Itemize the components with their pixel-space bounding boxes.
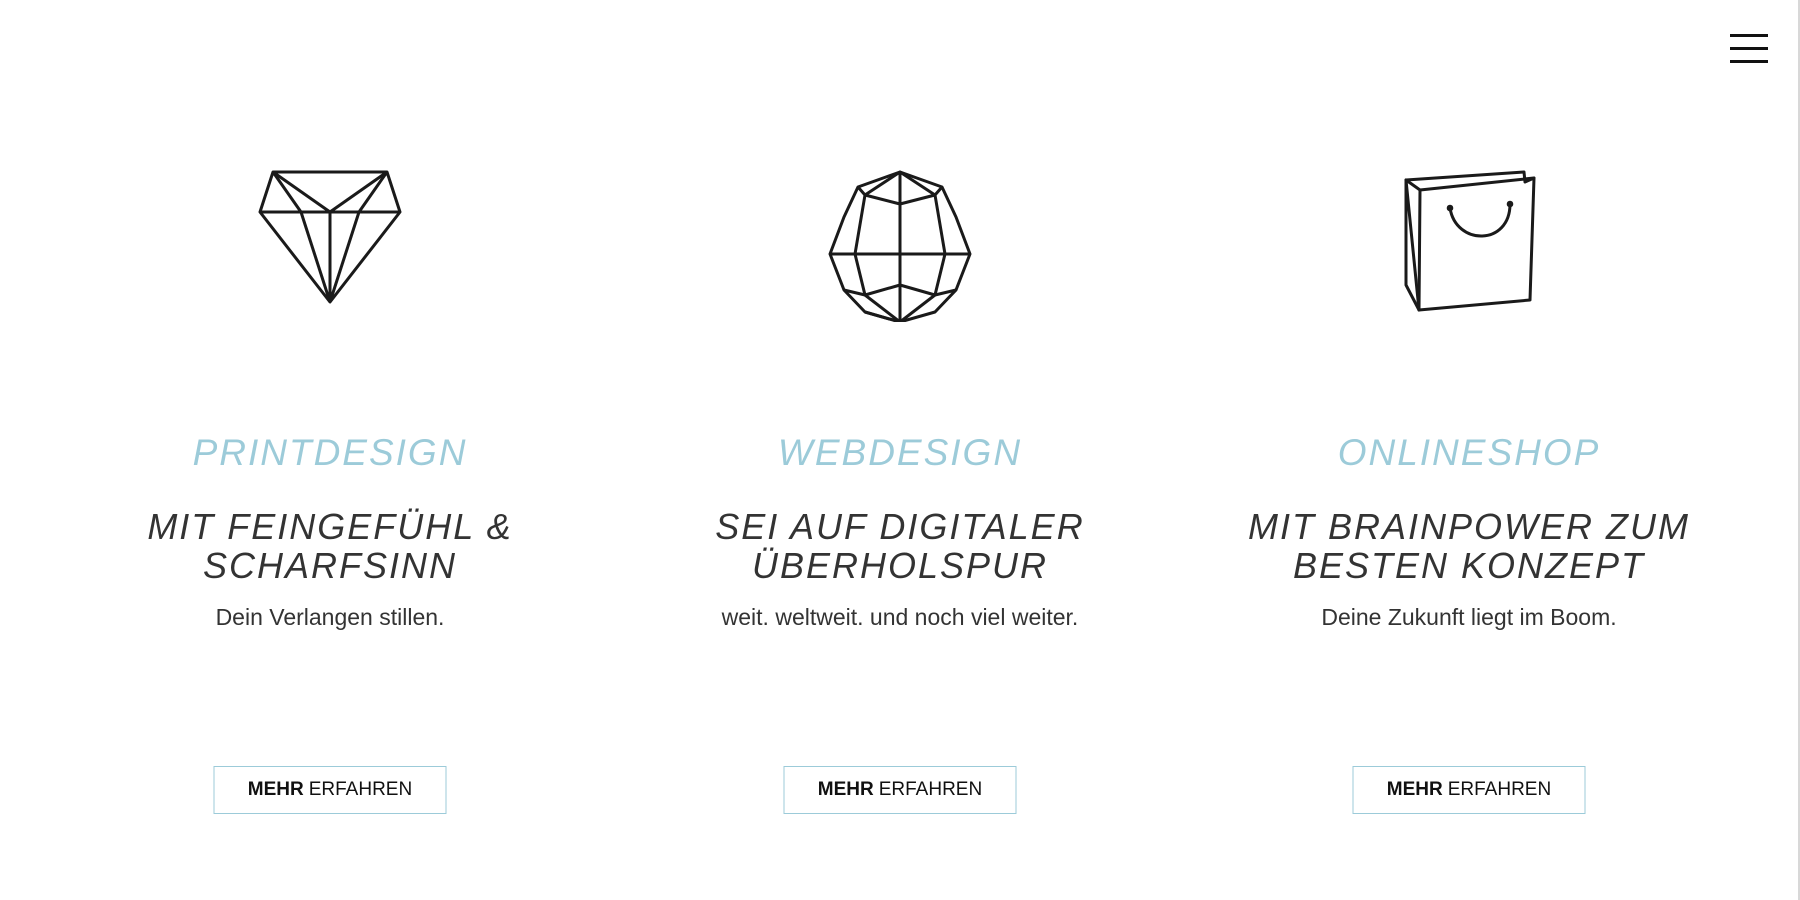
service-tagline: weit. weltweit. und noch viel weiter. — [721, 604, 1079, 630]
headline-line: MIT BRAINPOWER ZUM — [1248, 506, 1690, 547]
headline-line: ÜBERHOLSPUR — [751, 545, 1049, 586]
cta-strong-label: MEHR — [817, 779, 874, 800]
service-headline: SEI AUF DIGITALER ÜBERHOLSPUR — [640, 507, 1160, 585]
headline-line: BESTEN KONZEPT — [1292, 545, 1646, 586]
service-category: ONLINESHOP — [1337, 432, 1601, 473]
service-onlineshop: ONLINESHOP MIT BRAINPOWER ZUM BESTEN KON… — [1209, 0, 1729, 900]
service-headline: MIT FEINGEFÜHL & SCHARFSINN — [70, 507, 590, 585]
mehr-erfahren-button[interactable]: MEHR ERFAHREN — [213, 766, 447, 814]
cta-label: ERFAHREN — [1447, 779, 1552, 800]
cta-label: ERFAHREN — [308, 779, 413, 800]
headline-line: SCHARFSINN — [202, 545, 458, 586]
service-printdesign: PRINTDESIGN MIT FEINGEFÜHL & SCHARFSINN … — [70, 0, 590, 900]
cta-strong-label: MEHR — [247, 779, 304, 800]
page: PRINTDESIGN MIT FEINGEFÜHL & SCHARFSINN … — [0, 0, 1800, 900]
diamond-icon — [245, 162, 415, 322]
menu-bar — [1730, 47, 1768, 50]
mehr-erfahren-button[interactable]: MEHR ERFAHREN — [783, 766, 1017, 814]
service-webdesign: WEBDESIGN SEI AUF DIGITALER ÜBERHOLSPUR … — [640, 0, 1160, 900]
mehr-erfahren-button[interactable]: MEHR ERFAHREN — [1352, 766, 1586, 814]
menu-bar — [1730, 34, 1768, 37]
service-headline: MIT BRAINPOWER ZUM BESTEN KONZEPT — [1209, 507, 1729, 585]
service-tagline: Dein Verlangen stillen. — [215, 604, 445, 630]
hamburger-menu-icon[interactable] — [1730, 34, 1770, 64]
cta-strong-label: MEHR — [1386, 779, 1443, 800]
headline-line: SEI AUF DIGITALER — [715, 506, 1085, 547]
globe-icon — [815, 162, 985, 322]
menu-bar — [1730, 60, 1768, 63]
service-category: WEBDESIGN — [777, 432, 1023, 473]
headline-line: MIT FEINGEFÜHL & — [147, 506, 513, 547]
service-category: PRINTDESIGN — [192, 432, 468, 473]
service-tagline: Deine Zukunft liegt im Boom. — [1321, 604, 1617, 630]
cta-label: ERFAHREN — [878, 779, 983, 800]
shopping-bag-icon — [1384, 162, 1554, 322]
